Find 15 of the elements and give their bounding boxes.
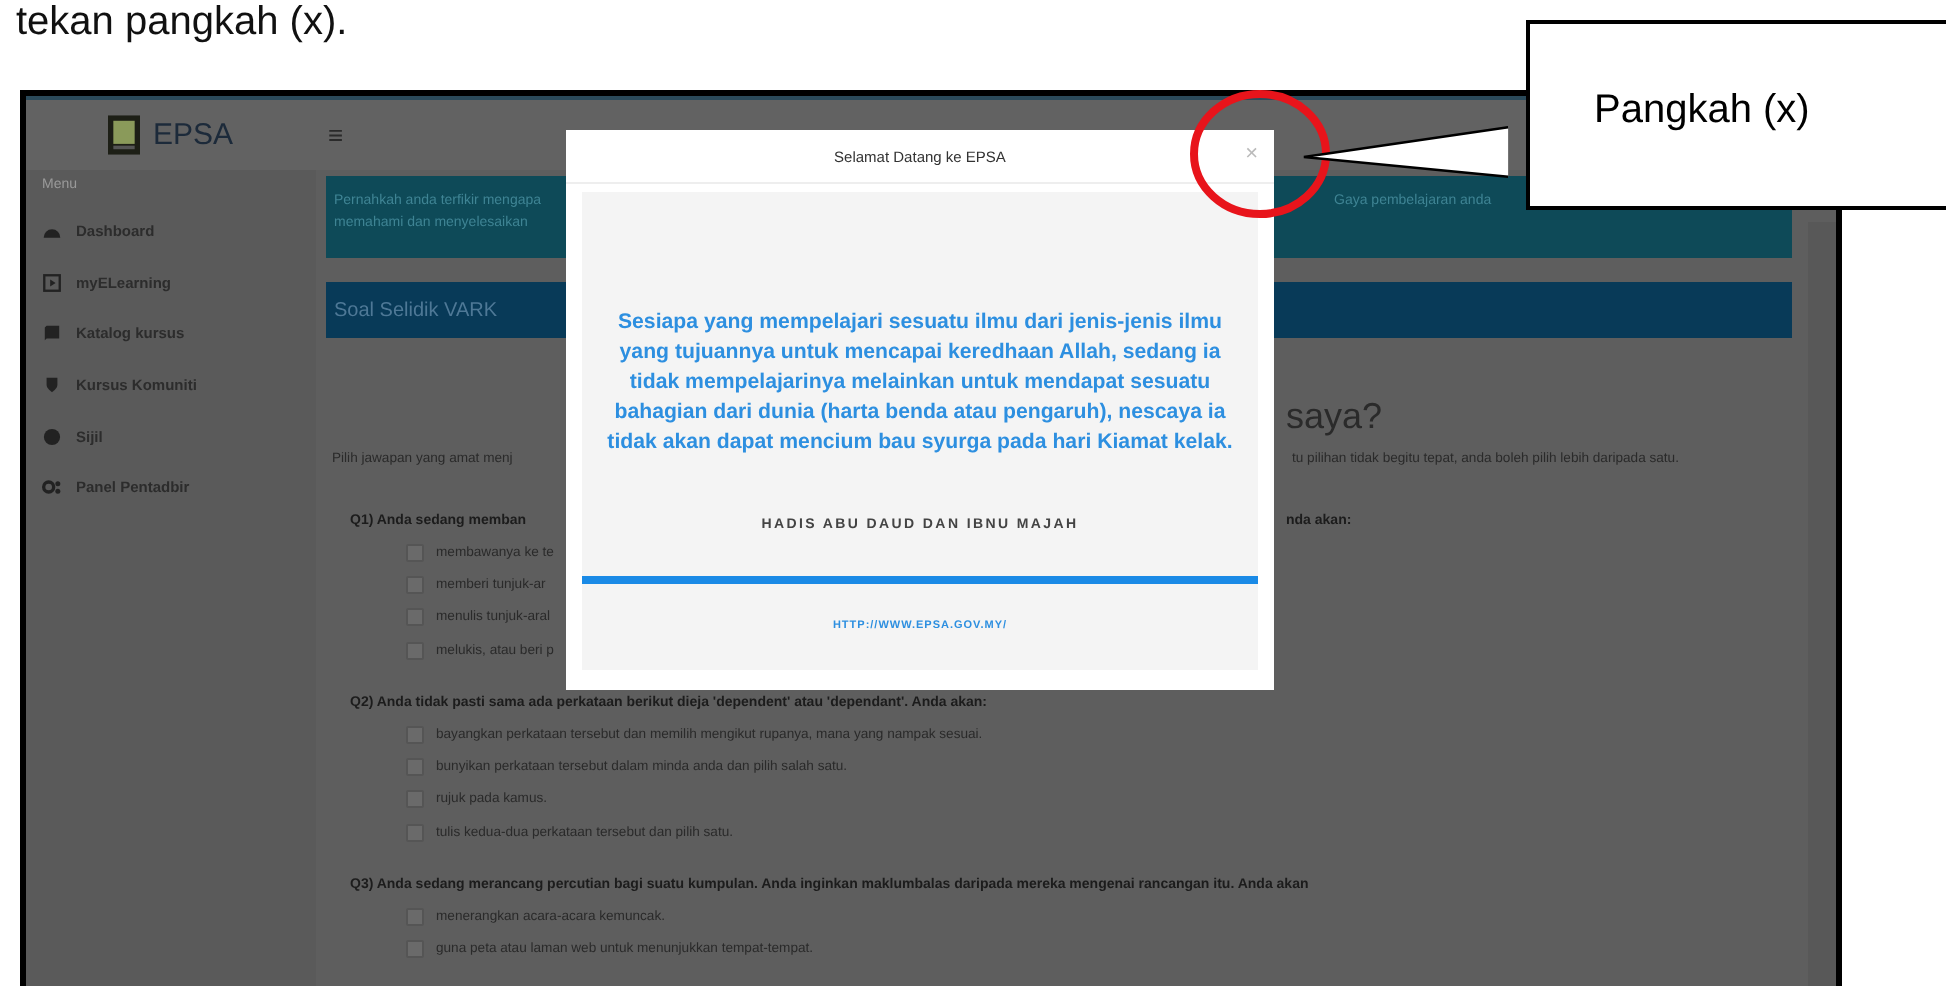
close-button[interactable]: × xyxy=(1245,142,1258,166)
shield-icon xyxy=(42,376,62,395)
scrollbar[interactable] xyxy=(1808,222,1836,986)
menu-button[interactable]: ≡ xyxy=(320,120,352,150)
brand-name: EPSA xyxy=(152,118,234,152)
quote-text: Sesiapa yang mempelajari sesuatu ilmu dari jenis-jenis ilmu yang tujuannya untuk mencapai keredhaan Allah, sedang ia tidak mempelajarinya melainkan untuk mendapat sesuatu bahagian dari dunia (harta benda atau pengaruh), nescaya ia tidak akan dapat mencium bau syurga pada hari Kiamat kelak. xyxy=(605,308,1235,458)
highlight-circle xyxy=(1188,88,1332,220)
logo-icon xyxy=(108,114,141,156)
instruction-text: tekan pangkah (x). xyxy=(16,0,348,46)
callout-label: Pangkah (x) xyxy=(1594,88,1810,132)
play-icon xyxy=(42,273,62,292)
circle-icon xyxy=(42,427,62,446)
book-icon xyxy=(42,324,62,343)
gears-icon xyxy=(42,478,62,497)
section-title: Soal Selidik VARK xyxy=(332,299,498,321)
